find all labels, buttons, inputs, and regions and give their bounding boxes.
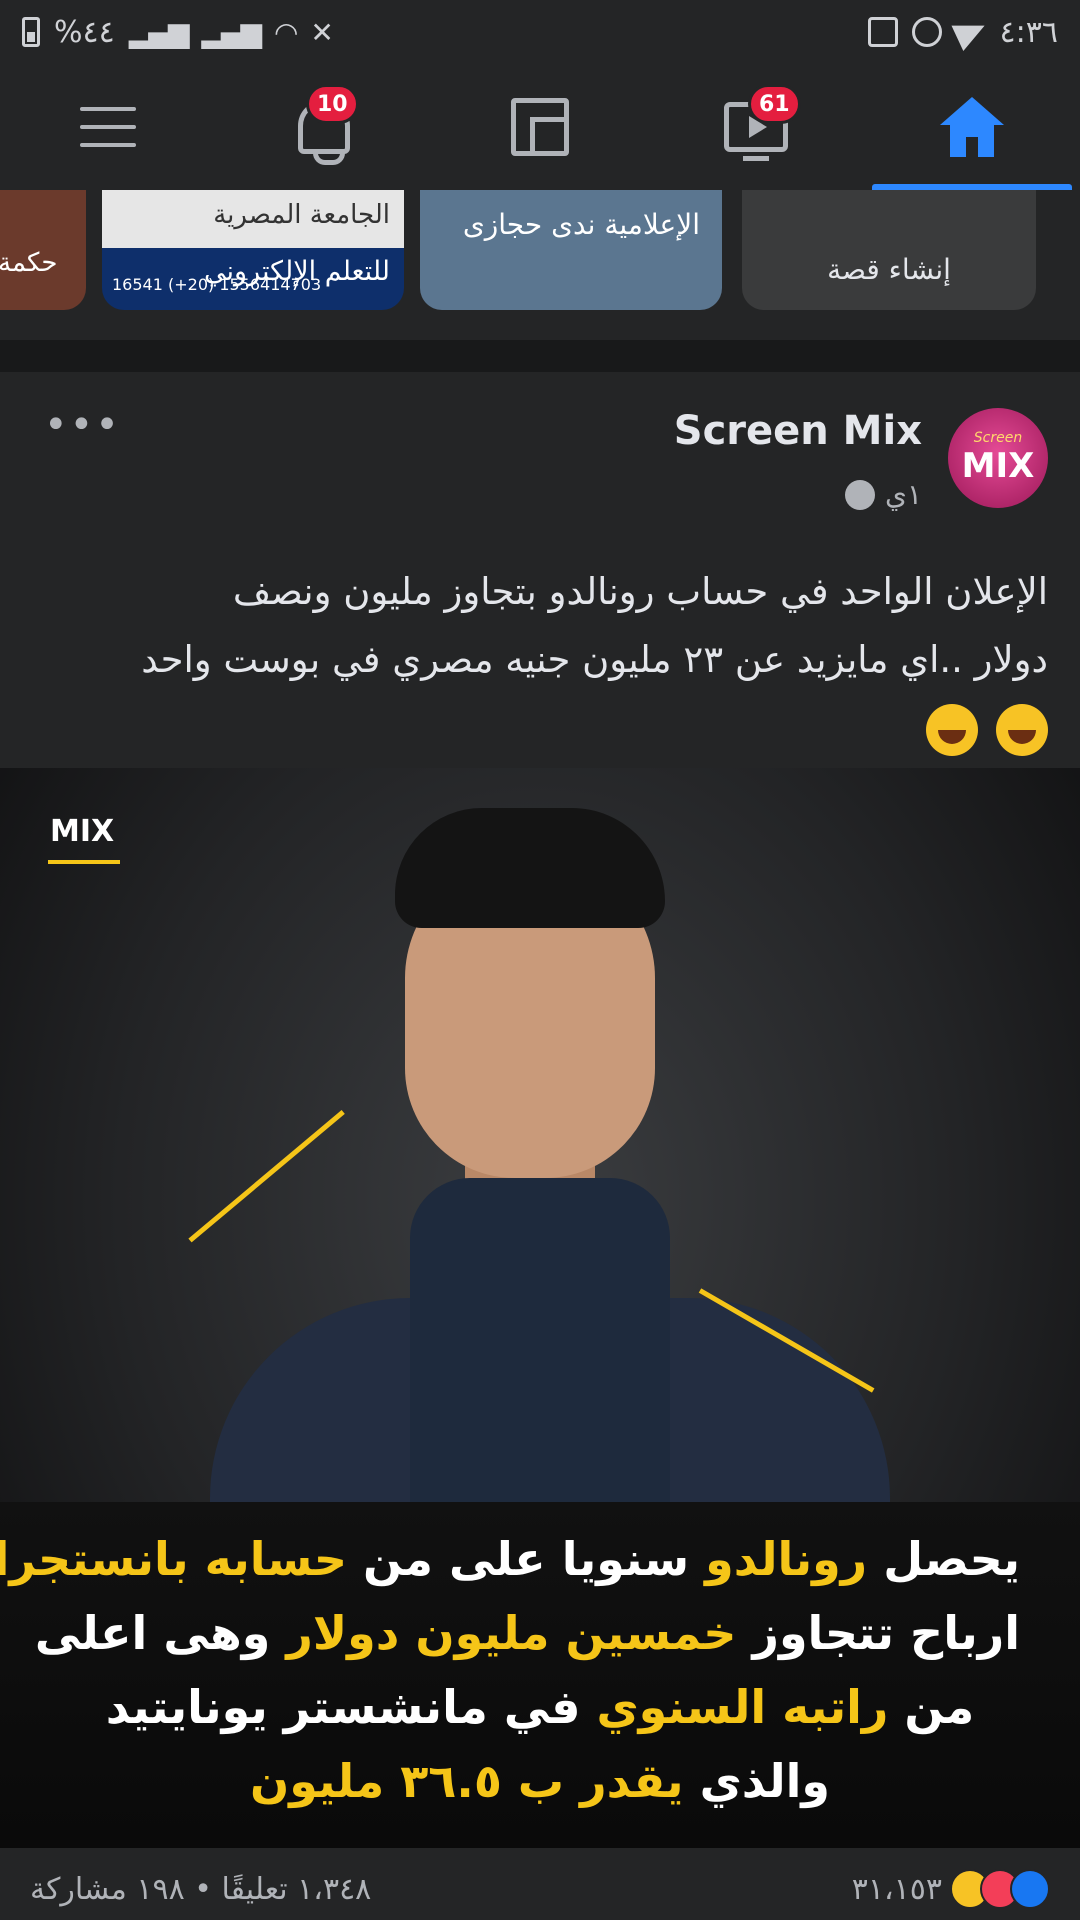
- tab-watch[interactable]: 61: [648, 64, 864, 190]
- story-title: الجامعة المصرية: [102, 190, 404, 248]
- comments-shares[interactable]: ١،٣٤٨ تعليقًا • ١٩٨ مشاركة: [30, 1872, 371, 1907]
- tab-marketplace[interactable]: [432, 64, 648, 190]
- sweat-smile-emoji-icon: [996, 703, 1048, 756]
- reactions-count: ٣١،١٥٣: [851, 1871, 942, 1907]
- feeds-icon: [511, 98, 569, 156]
- tab-notifications[interactable]: 10: [216, 64, 432, 190]
- notifications-badge: 10: [306, 84, 359, 124]
- top-nav: 10 61: [0, 64, 1080, 190]
- menu-icon: [80, 107, 136, 147]
- reaction-summary[interactable]: ٣١،١٥٣: [852, 1869, 1050, 1909]
- caption-line-1: يحصل رونالدو سنويا على من حسابه بانستجرا…: [0, 1532, 1020, 1586]
- mute-icon: ✕: [310, 15, 334, 49]
- image-logo: MIX: [50, 814, 115, 849]
- feed-divider: [0, 340, 1080, 372]
- post-text-line: الإعلان الواحد في حساب رونالدو بتجاوز مل…: [232, 570, 1048, 613]
- post-text-line: دولار ..اي مايزيد عن ٢٣ مليون جنيه مصري …: [141, 638, 1048, 681]
- rofl-emoji-icon: [926, 703, 979, 756]
- like-icon: [1010, 1869, 1050, 1909]
- post-emojis: [48, 694, 1048, 762]
- story-phone: 16541 (+20) 1556414703: [112, 275, 322, 294]
- gallery-icon: [867, 17, 898, 47]
- battery-icon: [22, 17, 40, 47]
- watch-badge: 61: [748, 84, 801, 124]
- post-meta: ١ي: [845, 478, 922, 511]
- home-icon: [940, 97, 1004, 157]
- tab-home[interactable]: [864, 64, 1080, 190]
- avatar-text-top: Screen: [973, 430, 1023, 446]
- feed-post: Screen MIX Screen Mix ١ي ••• الإعلان الو…: [0, 372, 1080, 1920]
- story-title: الإعلامية ندى حجازى: [462, 208, 700, 241]
- globe-icon: [845, 479, 876, 510]
- post-author[interactable]: Screen Mix: [674, 408, 922, 454]
- avatar[interactable]: Screen MIX: [948, 408, 1048, 508]
- reaction-icons: [950, 1869, 1050, 1909]
- image-caption: يحصل رونالدو سنويا على من حسابه بانستجرا…: [0, 1502, 1080, 1848]
- create-story-label: إنشاء قصة: [827, 253, 951, 286]
- clock: ٤:٣٦: [999, 14, 1058, 50]
- whatsapp-icon: [911, 17, 942, 47]
- post-time[interactable]: ١ي: [885, 478, 922, 511]
- logo-underline: [48, 860, 120, 864]
- story-card-partial[interactable]: حكمة: [0, 190, 86, 310]
- reactions-bar: ١،٣٤٨ تعليقًا • ١٩٨ مشاركة ٣١،١٥٣: [0, 1858, 1080, 1920]
- status-left: %٤٤ ▂▄▆ ▂▄▆ ◠ ✕: [22, 14, 334, 50]
- tab-menu[interactable]: [0, 64, 216, 190]
- signal-icon: ▂▄▆: [128, 15, 190, 49]
- story-title: حكمة: [0, 248, 58, 278]
- post-image[interactable]: MIX يحصل رونالدو سنويا على من حسابه بانس…: [0, 768, 1080, 1848]
- status-bar: %٤٤ ▂▄▆ ▂▄▆ ◠ ✕ ٤:٣٦: [0, 0, 1080, 64]
- create-story-card[interactable]: إنشاء قصة: [742, 190, 1036, 310]
- story-card-university[interactable]: الجامعة المصرية للتعلم الإلكتروني 16541 …: [102, 190, 404, 310]
- post-text: الإعلان الواحد في حساب رونالدو بتجاوز مل…: [48, 558, 1048, 762]
- telegram-icon: [951, 12, 991, 52]
- signal-icon-2: ▂▄▆: [201, 15, 262, 49]
- stories-row: حكمة الجامعة المصرية للتعلم الإلكتروني 1…: [0, 190, 1080, 340]
- avatar-text-main: MIX: [961, 446, 1035, 486]
- player-photo: [190, 798, 910, 1618]
- hair: [395, 808, 665, 928]
- caption-line-4: والذي يقدر ب ٣٦.٥ مليون: [250, 1754, 830, 1808]
- wifi-icon: ◠: [273, 15, 298, 49]
- caption-line-3: من راتبه السنوي في مانشستر يونايتيد: [105, 1680, 975, 1734]
- more-options-icon[interactable]: •••: [44, 402, 121, 448]
- status-right: ٤:٣٦: [867, 12, 1058, 52]
- battery-level: %٤٤: [54, 14, 115, 50]
- story-card-nada[interactable]: الإعلامية ندى حجازى: [420, 190, 722, 310]
- caption-line-2: ارباح تتجاوز خمسين مليون دولار وهى اعلى: [34, 1606, 1020, 1660]
